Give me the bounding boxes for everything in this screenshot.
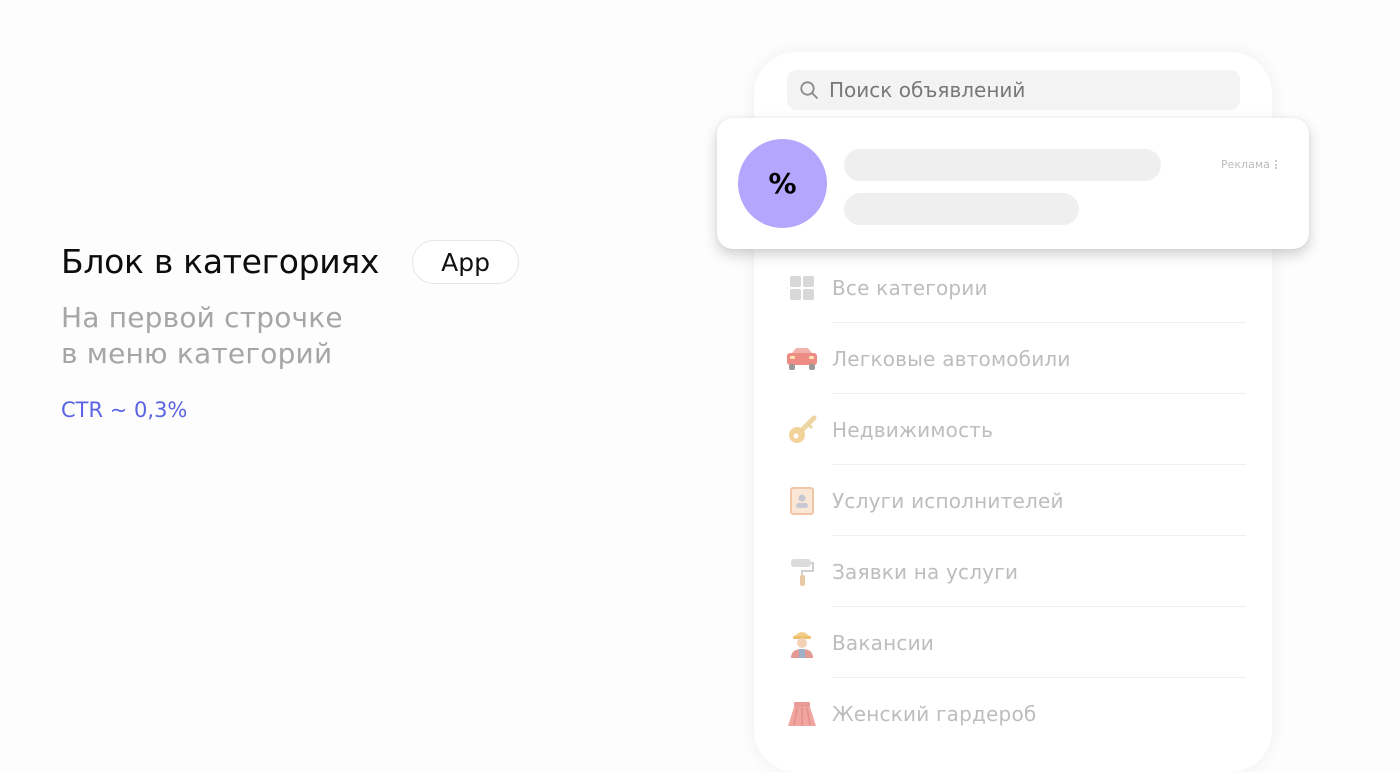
ad-banner-card[interactable]: % Реклама <box>717 118 1309 249</box>
category-label: Услуги исполнителей <box>832 488 1064 513</box>
subtitle-line-1: На первой строчке <box>61 301 343 334</box>
worker-icon <box>784 625 820 661</box>
id-badge-icon <box>784 483 820 519</box>
search-placeholder: Поиск объявлений <box>829 78 1026 102</box>
ad-label: Реклама <box>1221 158 1277 171</box>
category-label: Вакансии <box>832 630 934 655</box>
category-label: Легковые автомобили <box>832 346 1071 371</box>
ad-avatar: % <box>738 139 827 228</box>
category-item-realty[interactable]: Недвижимость <box>784 394 1260 465</box>
info-block: Блок в категориях App На первой строчке … <box>61 236 581 422</box>
car-icon <box>784 341 820 377</box>
ad-label-text: Реклама <box>1221 158 1270 171</box>
key-icon <box>784 412 820 448</box>
skirt-icon <box>784 696 820 732</box>
ad-title-placeholder <box>844 149 1161 181</box>
search-icon <box>799 79 821 101</box>
category-label: Недвижимость <box>832 417 994 442</box>
category-item-requests[interactable]: Заявки на услуги <box>784 536 1260 607</box>
category-item-all[interactable]: Все категории <box>784 252 1260 323</box>
paint-roller-icon <box>784 554 820 590</box>
category-item-vacancies[interactable]: Вакансии <box>784 607 1260 678</box>
category-label: Все категории <box>832 275 988 300</box>
platform-badge: App <box>412 240 520 284</box>
ad-subtitle-placeholder <box>844 193 1079 225</box>
search-input[interactable]: Поиск объявлений <box>787 70 1240 110</box>
category-label: Женский гардероб <box>832 701 1037 726</box>
category-list: Все категории Легковые автомобили Недвиж… <box>784 252 1260 749</box>
category-label: Заявки на услуги <box>832 559 1019 584</box>
ctr-metric: CTR ~ 0,3% <box>61 398 188 422</box>
category-item-womens-clothing[interactable]: Женский гардероб <box>784 678 1260 749</box>
category-item-services[interactable]: Услуги исполнителей <box>784 465 1260 536</box>
kebab-menu-icon[interactable] <box>1274 160 1277 169</box>
grid-icon <box>784 270 820 306</box>
block-subtitle: На первой строчке в меню категорий <box>61 300 581 372</box>
category-item-cars[interactable]: Легковые автомобили <box>784 323 1260 394</box>
subtitle-line-2: в меню категорий <box>61 337 333 370</box>
block-title: Блок в категориях <box>61 242 380 281</box>
title-row: Блок в категориях App <box>61 236 581 288</box>
